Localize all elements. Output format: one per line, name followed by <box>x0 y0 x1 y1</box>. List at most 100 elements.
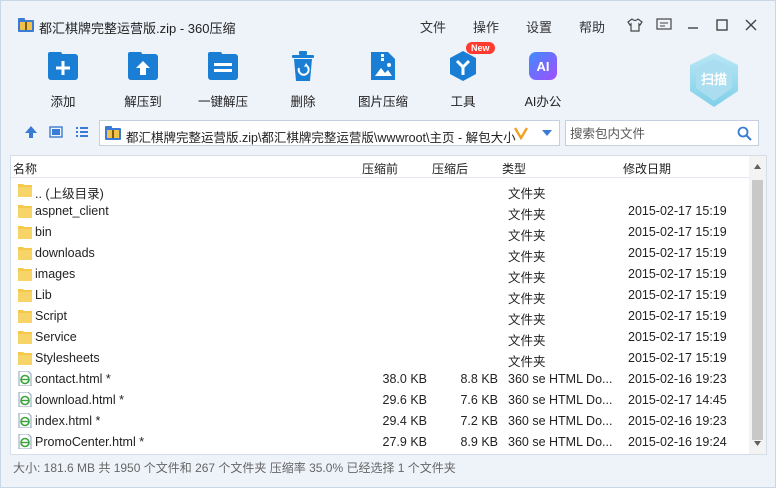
folder-icon <box>18 308 32 323</box>
close-button[interactable] <box>741 15 761 35</box>
file-name: PromoCenter.html * <box>35 435 145 449</box>
column-compressed[interactable]: 压缩前 <box>362 160 398 177</box>
up-button[interactable] <box>23 124 39 140</box>
menu-settings[interactable]: 设置 <box>526 17 552 36</box>
ai-office-label: AI办公 <box>524 95 562 109</box>
image-compress-button[interactable]: 图片压缩 <box>348 49 418 110</box>
add-icon <box>46 49 80 83</box>
tools-label: 工具 <box>450 95 476 109</box>
file-row[interactable]: bin 文件夹 2015-02-17 15:19 <box>11 221 751 243</box>
file-size-before: 38.0 KB <box>382 372 427 386</box>
scroll-up-icon[interactable] <box>753 162 762 171</box>
extract-to-icon <box>126 49 160 83</box>
column-modified[interactable]: 修改日期 <box>623 160 671 177</box>
delete-label: 删除 <box>290 95 316 109</box>
vertical-scrollbar[interactable] <box>749 156 766 454</box>
feedback-button[interactable] <box>654 15 674 35</box>
list-view-button[interactable] <box>74 124 90 140</box>
status-bar: 大小: 181.6 MB 共 1950 个文件和 267 个文件夹 压缩率 35… <box>13 461 456 475</box>
minimize-icon <box>688 27 698 29</box>
file-row[interactable]: Lib 文件夹 2015-02-17 15:19 <box>11 284 751 306</box>
file-modified-date: 2015-02-17 14:45 <box>628 393 727 407</box>
window-controls <box>625 15 761 35</box>
scroll-down-icon[interactable] <box>753 439 762 448</box>
arrow-up-icon <box>25 126 37 138</box>
search-input[interactable] <box>570 125 730 143</box>
file-row[interactable]: PromoCenter.html * 27.9 KB 8.9 KB 360 se HT… <box>11 431 751 452</box>
file-row[interactable]: Service 文件夹 2015-02-17 15:19 <box>11 326 751 348</box>
file-size-before: 29.6 KB <box>382 393 427 407</box>
menu-bar: 文件 操作 设置 帮助 <box>420 17 632 36</box>
html-file-icon <box>18 391 32 408</box>
file-modified-date: 2015-02-17 15:19 <box>628 288 727 302</box>
message-icon <box>656 18 672 30</box>
file-type: 360 se HTML Do... <box>508 414 613 428</box>
delete-button[interactable]: 删除 <box>268 49 338 110</box>
chevron-down-icon[interactable] <box>541 129 553 137</box>
file-row[interactable]: downloads 文件夹 2015-02-17 15:19 <box>11 242 751 264</box>
menu-file[interactable]: 文件 <box>420 17 446 36</box>
extract-to-button[interactable]: 解压到 <box>108 49 178 110</box>
folder-icon <box>18 224 32 239</box>
file-row[interactable]: aspnet_client 文件夹 2015-02-17 15:19 <box>11 200 751 222</box>
unpack-size-icon[interactable] <box>514 126 528 140</box>
shirt-icon <box>627 18 643 32</box>
file-row[interactable]: Script 文件夹 2015-02-17 15:19 <box>11 305 751 327</box>
window-title: 都汇棋牌完整运营版.zip - 360压缩 <box>39 21 236 36</box>
column-packed[interactable]: 压缩后 <box>432 160 468 177</box>
list-view-icon <box>76 127 88 137</box>
file-row[interactable]: Stylesheets 文件夹 2015-02-17 15:19 <box>11 347 751 369</box>
file-name: Service <box>35 330 77 344</box>
scrollbar-thumb[interactable] <box>752 180 763 440</box>
file-row[interactable]: contact.html * 38.0 KB 8.8 KB 360 se HTML D… <box>11 368 751 389</box>
file-name: aspnet_client <box>35 204 109 218</box>
scan-label: 扫描 <box>700 72 727 87</box>
folder-icon <box>18 203 32 218</box>
zip-file-icon <box>105 126 121 140</box>
ai-office-button[interactable]: AI AI办公 <box>508 49 578 110</box>
column-name[interactable]: 名称 <box>13 160 37 177</box>
file-size-after: 8.8 KB <box>460 372 498 386</box>
path-field[interactable]: 都汇棋牌完整运营版.zip\都汇棋牌完整运营版\wwwroot\主页 - 解包大… <box>99 120 560 146</box>
file-row[interactable]: download.html * 29.6 KB 7.6 KB 360 se HTML … <box>11 389 751 410</box>
one-click-extract-label: 一键解压 <box>197 95 248 109</box>
tools-button[interactable]: 工具 <box>428 49 498 110</box>
file-name: Lib <box>35 288 52 302</box>
list-header: 名称 压缩前 压缩后 类型 修改日期 <box>11 156 766 178</box>
file-modified-date: 2015-02-17 15:19 <box>628 351 727 365</box>
close-icon <box>745 19 757 31</box>
file-size-before: 29.4 KB <box>382 414 427 428</box>
folder-icon <box>18 350 32 365</box>
menu-operation[interactable]: 操作 <box>473 17 499 36</box>
toolbar: 添加 解压到 一键解压 删除 图片压缩 工具 AI AI办公 <box>1 45 775 111</box>
file-row[interactable]: index.html * 29.4 KB 7.2 KB 360 se HTML Do.… <box>11 410 751 431</box>
file-modified-date: 2015-02-16 19:24 <box>628 435 727 449</box>
file-modified-date: 2015-02-17 15:19 <box>628 309 727 323</box>
file-size-after: 7.6 KB <box>460 393 498 407</box>
new-badge: New <box>466 42 495 54</box>
one-click-extract-button[interactable]: 一键解压 <box>188 49 258 110</box>
trash-icon <box>286 49 320 83</box>
scan-button[interactable]: 扫描 <box>687 51 741 109</box>
path-text: 都汇棋牌完整运营版.zip\都汇棋牌完整运营版\wwwroot\主页 - 解包大… <box>126 131 516 145</box>
maximize-icon <box>716 19 728 31</box>
file-rows: .. (上级目录) 文件夹 aspnet_client 文件夹 2015-02-17 1… <box>11 179 751 452</box>
skin-button[interactable] <box>625 15 645 35</box>
file-modified-date: 2015-02-17 15:19 <box>628 225 727 239</box>
image-compress-icon <box>366 49 400 83</box>
search-icon[interactable] <box>737 126 752 141</box>
add-button[interactable]: 添加 <box>28 49 98 110</box>
minimize-button[interactable] <box>683 15 703 35</box>
image-compress-label: 图片压缩 <box>357 95 408 109</box>
file-row[interactable]: .. (上级目录) 文件夹 <box>11 179 751 201</box>
thumbnail-view-button[interactable] <box>48 124 64 140</box>
menu-help[interactable]: 帮助 <box>579 17 605 36</box>
column-type[interactable]: 类型 <box>502 160 526 177</box>
title-bar: 都汇棋牌完整运营版.zip - 360压缩 文件 操作 设置 帮助 <box>1 1 775 41</box>
file-name: contact.html * <box>35 372 111 386</box>
file-row[interactable]: images 文件夹 2015-02-17 15:19 <box>11 263 751 285</box>
file-modified-date: 2015-02-16 19:23 <box>628 414 727 428</box>
folder-icon <box>18 245 32 260</box>
maximize-button[interactable] <box>712 15 732 35</box>
file-size-before: 27.9 KB <box>382 435 427 449</box>
